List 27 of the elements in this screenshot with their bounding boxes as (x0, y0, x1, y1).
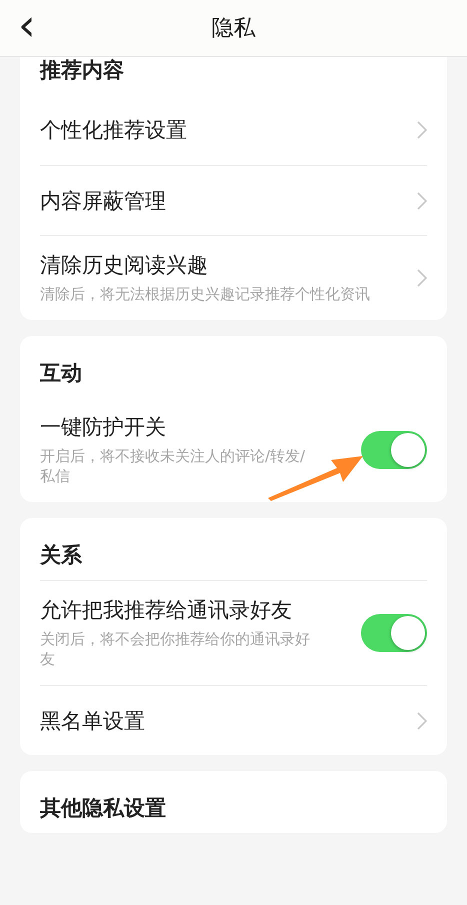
settings-row[interactable]: 内容屏蔽管理 (40, 165, 427, 235)
settings-row[interactable]: 个性化推荐设置 (40, 95, 427, 165)
settings-row[interactable]: 一键防护开关 开启后，将不接收未关注人的评论/转发/私信 (40, 398, 427, 502)
toggle-switch[interactable] (361, 431, 427, 469)
setting-label: 黑名单设置 (40, 708, 145, 734)
page-title: 隐私 (212, 15, 256, 43)
section-heading: 互动 (40, 360, 82, 387)
section-heading: 其他隐私设置 (40, 795, 166, 822)
settings-row[interactable]: 允许把我推荐给通讯录好友 关闭后，将不会把你推荐给你的通讯录好友 (40, 580, 427, 685)
chevron-icon (417, 192, 427, 210)
setting-label: 允许把我推荐给通讯录好友 (40, 597, 293, 623)
setting-description: 开启后，将不接收未关注人的评论/转发/私信 (40, 446, 306, 486)
chevron-icon (417, 712, 427, 730)
setting-label: 个性化推荐设置 (40, 117, 187, 143)
section-heading: 推荐内容 (40, 57, 124, 84)
setting-label: 内容屏蔽管理 (40, 188, 166, 214)
settings-row[interactable]: 黑名单设置 (40, 685, 427, 755)
section-heading: 关系 (40, 542, 82, 569)
setting-label: 清除历史阅读兴趣 (40, 252, 209, 278)
setting-description: 清除后，将无法根据历史兴趣记录推荐个性化资讯 (40, 284, 370, 304)
setting-label: 一键防护开关 (40, 414, 167, 440)
chevron-icon (417, 121, 427, 139)
chevron-icon (417, 269, 427, 287)
setting-description: 关闭后，将不会把你推荐给你的通讯录好友 (40, 629, 311, 669)
toggle-switch[interactable] (361, 614, 427, 652)
settings-row[interactable]: 清除历史阅读兴趣 清除后，将无法根据历史兴趣记录推荐个性化资讯 (40, 235, 427, 320)
back-button[interactable]: ‹ (10, 4, 44, 48)
